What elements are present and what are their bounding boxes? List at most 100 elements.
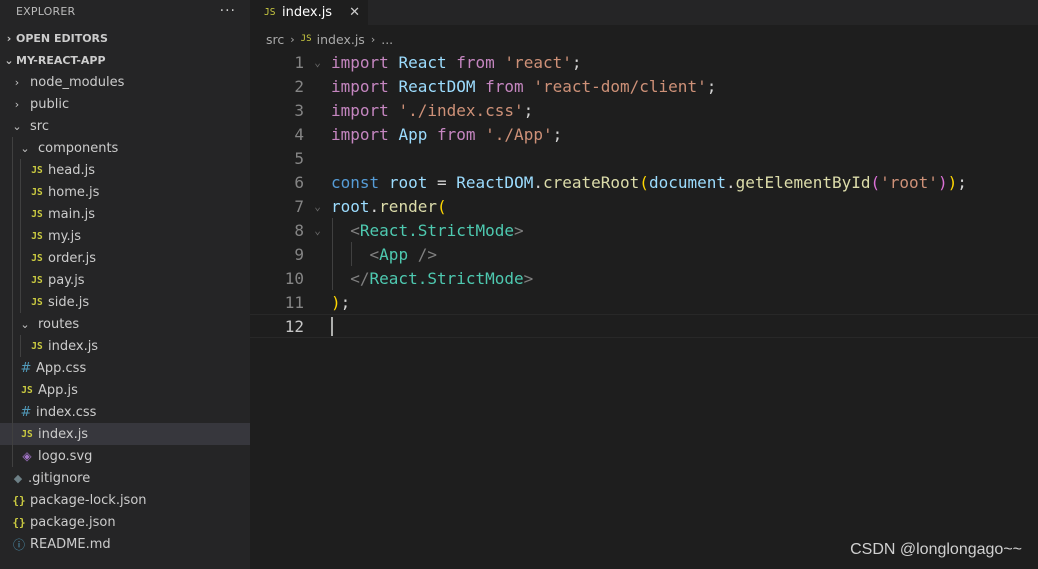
fold-chevron-icon[interactable]: ⌄ [304, 224, 331, 237]
indent-guide [12, 423, 13, 445]
tree-file-side-js[interactable]: JS side.js [0, 291, 250, 313]
more-actions-icon[interactable]: ··· [220, 3, 236, 19]
project-section[interactable]: ⌄ MY-REACT-APP [0, 49, 250, 71]
tree-file-my-js[interactable]: JS my.js [0, 225, 250, 247]
indent-guide [12, 313, 13, 335]
tree-item-label: pay.js [48, 272, 85, 288]
token: 'react' [504, 52, 572, 72]
token: from [436, 124, 476, 144]
explorer-header: EXPLORER ··· [0, 0, 250, 22]
token: import [331, 124, 389, 144]
tab-index-js[interactable]: JS index.js ✕ [250, 0, 368, 25]
tree-item-label: README.md [30, 536, 111, 552]
indent-guide [332, 266, 333, 290]
explorer-title: EXPLORER [16, 4, 76, 18]
token: document [648, 172, 726, 192]
token: ) [331, 292, 341, 312]
token: import [331, 76, 389, 96]
css-file-icon: # [20, 404, 32, 420]
indent-guide [332, 242, 333, 266]
tree-folder-components[interactable]: ⌄ components [0, 137, 250, 159]
tree-file-package-lock-json[interactable]: {} package-lock.json [0, 489, 250, 511]
indent-guide [20, 335, 21, 357]
editor-area: JS index.js ✕ src › JS index.js › ... 1 … [250, 0, 1038, 569]
js-file-icon: JS [31, 208, 43, 220]
token: React [398, 52, 447, 72]
tree-file-routes-index-js[interactable]: JS index.js [0, 335, 250, 357]
token: ; [552, 124, 563, 144]
code-line-9: 9 <App /> [250, 242, 1038, 266]
token: 'react-dom/client' [533, 76, 707, 96]
token: import [331, 52, 389, 72]
js-file-icon: JS [31, 164, 43, 176]
tab-label: index.js [282, 5, 333, 20]
token: . [369, 196, 380, 216]
json-file-icon: {} [12, 493, 26, 507]
tree-file-app-js[interactable]: JS App.js [0, 379, 250, 401]
tree-folder-routes[interactable]: ⌄ routes [0, 313, 250, 335]
tree-file-index-css[interactable]: # index.css [0, 401, 250, 423]
fold-chevron-icon[interactable]: ⌄ [304, 56, 331, 69]
token: ; [523, 100, 534, 120]
token: /> [408, 244, 437, 264]
token: < [350, 220, 360, 240]
code-line-10: 10 </React.StrictMode> [250, 266, 1038, 290]
tree-folder-src[interactable]: ⌄ src [0, 115, 250, 137]
tree-item-label: src [30, 118, 49, 134]
indent-guide [12, 379, 13, 401]
code-content: const root = ReactDOM.createRoot(documen… [331, 173, 967, 192]
token: < [369, 244, 380, 264]
tree-item-label: package.json [30, 514, 116, 530]
open-editors-label: OPEN EDITORS [16, 31, 108, 45]
tree-item-label: main.js [48, 206, 95, 222]
tree-file-app-css[interactable]: # App.css [0, 357, 250, 379]
explorer-sidebar: EXPLORER ··· › OPEN EDITORS ⌄ MY-REACT-A… [0, 0, 250, 569]
indent-guide [12, 225, 13, 247]
chevron-right-icon: › [14, 75, 20, 89]
tree-folder-public[interactable]: › public [0, 93, 250, 115]
code-line-2: 2 import ReactDOM from 'react-dom/client… [250, 74, 1038, 98]
fold-chevron-icon[interactable]: ⌄ [304, 200, 331, 213]
token: getElementById [735, 172, 871, 192]
tree-folder-node-modules[interactable]: › node_modules [0, 71, 250, 93]
token: ReactDOM [398, 76, 476, 96]
tab-bar: JS index.js ✕ [250, 0, 1038, 25]
text-cursor [331, 317, 333, 336]
indent-guide [332, 218, 333, 242]
token: . [726, 172, 736, 192]
token: > [523, 268, 534, 288]
indent-guide [12, 159, 13, 181]
close-icon[interactable]: ✕ [349, 5, 360, 20]
token: ReactDOM [456, 172, 534, 192]
code-content: <App /> [331, 245, 437, 264]
tree-item-label: order.js [48, 250, 96, 266]
chevron-down-icon: ⌄ [4, 53, 14, 67]
css-file-icon: # [20, 360, 32, 376]
code-line-12-current: 12 [250, 314, 1038, 338]
tree-file-readme-md[interactable]: ⓘ README.md [0, 533, 250, 555]
token: ( [436, 196, 447, 216]
tree-file-index-js-selected[interactable]: JS index.js [0, 423, 250, 445]
open-editors-section[interactable]: › OPEN EDITORS [0, 27, 250, 49]
indent-guide [12, 181, 13, 203]
breadcrumb-more[interactable]: ... [381, 32, 393, 47]
tree-file-home-js[interactable]: JS home.js [0, 181, 250, 203]
tree-file-gitignore[interactable]: ◆ .gitignore [0, 467, 250, 489]
tree-file-head-js[interactable]: JS head.js [0, 159, 250, 181]
code-content: </React.StrictMode> [331, 269, 533, 288]
tree-file-pay-js[interactable]: JS pay.js [0, 269, 250, 291]
tree-item-label: head.js [48, 162, 95, 178]
tree-file-order-js[interactable]: JS order.js [0, 247, 250, 269]
line-number: 3 [294, 100, 304, 120]
tree-file-main-js[interactable]: JS main.js [0, 203, 250, 225]
breadcrumb-folder[interactable]: src [266, 32, 284, 47]
tree-item-label: package-lock.json [30, 492, 147, 508]
tree-file-logo-svg[interactable]: ◈ logo.svg [0, 445, 250, 467]
tree-file-package-json[interactable]: {} package.json [0, 511, 250, 533]
breadcrumb-file[interactable]: index.js [317, 32, 365, 47]
token: from [485, 76, 524, 96]
token: ; [571, 52, 582, 72]
code-line-4: 4 import App from './App'; [250, 122, 1038, 146]
file-tree: › node_modules › public ⌄ src ⌄ componen… [0, 71, 250, 555]
code-editor[interactable]: 1 ⌄ import React from 'react'; 2 import … [250, 50, 1038, 338]
